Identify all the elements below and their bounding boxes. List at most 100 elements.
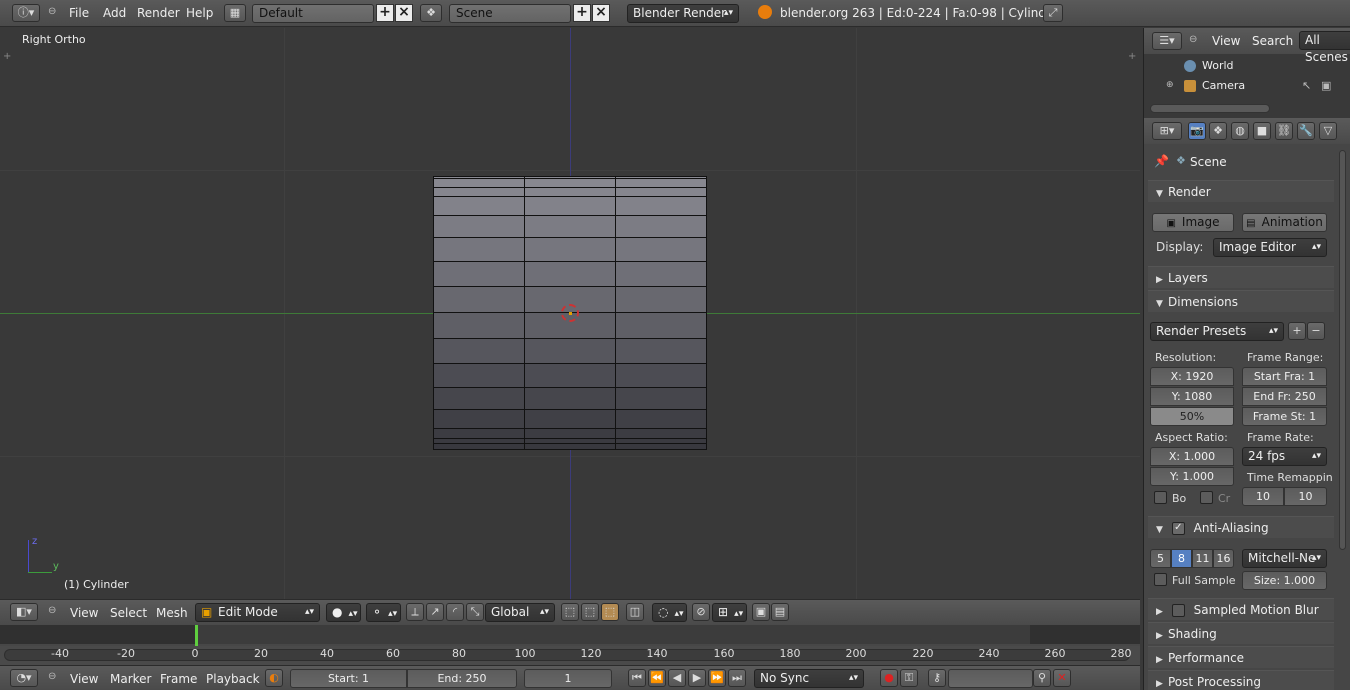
data-tab-icon[interactable]: ▽ [1319, 122, 1337, 140]
editor-type-properties-icon[interactable]: ⊞▾ [1152, 122, 1182, 140]
aa-samples-11[interactable]: 11 [1192, 549, 1213, 568]
collapse-menu-icon[interactable]: ⊖ [48, 671, 56, 682]
panel-post-processing-header[interactable]: ▶ Post Processing [1148, 670, 1334, 690]
menu-select[interactable]: Select [110, 606, 147, 620]
start-frame-field[interactable]: Start: 1 [290, 669, 407, 688]
render-image-button[interactable]: ▣ Image [1152, 213, 1234, 232]
collapse-menu-icon[interactable]: ⊖ [48, 605, 56, 616]
restrict-render-icon[interactable]: ▣ [1321, 79, 1331, 92]
aa-samples-5[interactable]: 5 [1150, 549, 1171, 568]
panel-dimensions-header[interactable]: ▼ Dimensions [1148, 290, 1334, 312]
properties-scrollbar[interactable] [1339, 150, 1346, 550]
screen-layout-field[interactable]: Default [252, 4, 374, 23]
scene-field[interactable]: Scene [449, 4, 571, 23]
aspect-x-field[interactable]: X: 1.000 [1150, 447, 1234, 466]
sync-mode-select[interactable]: No Sync ▴▾ [754, 669, 864, 688]
transform-orientation-select[interactable]: Global ▴▾ [485, 603, 555, 622]
jump-prev-keyframe-icon[interactable]: ⏪ [648, 669, 666, 687]
render-tab-icon[interactable]: 📷 [1188, 122, 1206, 140]
snap-element-select[interactable]: ⊞ ▴▾ [712, 603, 747, 622]
editor-type-outliner-icon[interactable]: ☰▾ [1152, 32, 1182, 50]
play-icon[interactable]: ▶ [688, 669, 706, 687]
end-frame-field[interactable]: End Fr: 250 [1242, 387, 1327, 406]
aa-samples-8[interactable]: 8 [1171, 549, 1192, 568]
editor-type-info-icon[interactable]: ⓘ▾ [12, 4, 40, 22]
rotate-manipulator-icon[interactable]: ◜ [446, 603, 464, 621]
frame-rate-select[interactable]: 24 fps ▴▾ [1242, 447, 1327, 466]
menu-view[interactable]: View [70, 672, 98, 686]
snap-toggle-icon[interactable]: ⊘ [692, 603, 710, 621]
menu-view[interactable]: View [1212, 34, 1240, 48]
resolution-percentage-field[interactable]: 50% [1150, 407, 1234, 426]
menu-mesh[interactable]: Mesh [156, 606, 188, 620]
display-select[interactable]: Image Editor ▴▾ [1213, 238, 1327, 257]
menu-frame[interactable]: Frame [160, 672, 197, 686]
screen-layout-icon[interactable]: ▦ [224, 4, 246, 22]
pivot-point-select[interactable]: ⚬ ▴▾ [366, 603, 401, 622]
manipulator-toggle-icon[interactable]: ⟂ [406, 603, 424, 621]
full-sample-checkbox[interactable] [1154, 573, 1167, 586]
edge-select-icon[interactable]: ⬚ [581, 603, 599, 621]
add-scene-icon[interactable]: + [573, 4, 591, 22]
outliner-display-select[interactable]: All Scenes [1299, 31, 1350, 64]
toolshelf-toggle-icon[interactable]: + [3, 51, 11, 62]
scale-manipulator-icon[interactable]: ⤡ [466, 603, 484, 621]
scene-tab-icon[interactable]: ❖ [1209, 122, 1227, 140]
outliner-scrollbar[interactable] [1150, 104, 1270, 113]
menu-render[interactable]: Render [137, 6, 180, 20]
remove-preset-icon[interactable]: − [1307, 322, 1325, 340]
end-frame-field[interactable]: End: 250 [407, 669, 517, 688]
jump-start-icon[interactable]: ⏮ [628, 669, 646, 687]
panel-motion-blur-header[interactable]: ▶ Sampled Motion Blur [1148, 598, 1334, 620]
outliner-item-world[interactable]: World [1202, 59, 1234, 72]
panel-render-header[interactable]: ▼ Render [1148, 180, 1334, 202]
pin-icon[interactable]: 📌 [1154, 154, 1169, 168]
render-presets-select[interactable]: Render Presets ▴▾ [1150, 322, 1284, 341]
panel-layers-header[interactable]: ▶ Layers [1148, 266, 1334, 288]
current-frame-field[interactable]: 1 [524, 669, 612, 688]
properties-editor[interactable]: ⊞▾ 📷 ❖ ◍ ■ ⛓ 🔧 ▽ 📌 ❖ Scene ▼ Render ▣ Imag… [1143, 118, 1350, 690]
panel-performance-header[interactable]: ▶ Performance [1148, 646, 1334, 668]
fullscreen-icon[interactable]: ⤢ [1043, 4, 1063, 22]
constraints-tab-icon[interactable]: ⛓ [1275, 122, 1293, 140]
3d-viewport[interactable]: Right Ortho + + z y (1) Cylinder [0, 28, 1140, 599]
record-keyframe-icon[interactable]: ● [880, 669, 898, 687]
outliner-item-camera[interactable]: Camera [1202, 79, 1245, 92]
collapse-menu-icon[interactable]: ⊖ [48, 6, 56, 17]
frame-step-field[interactable]: Frame St: 1 [1242, 407, 1327, 426]
time-remap-old-field[interactable]: 10 [1242, 487, 1284, 506]
render-anim-icon[interactable]: ▤ [771, 603, 789, 621]
menu-help[interactable]: Help [186, 6, 213, 20]
render-still-icon[interactable]: ▣ [752, 603, 770, 621]
world-tab-icon[interactable]: ◍ [1231, 122, 1249, 140]
scene-icon[interactable]: ❖ [420, 4, 442, 22]
motion-blur-checkbox[interactable] [1171, 604, 1185, 617]
properties-toggle-icon[interactable]: + [1128, 51, 1136, 62]
proportional-edit-select[interactable]: ◌ ▴▾ [652, 603, 687, 622]
editor-type-timeline-icon[interactable]: ◔▾ [10, 669, 38, 687]
menu-file[interactable]: File [69, 6, 89, 20]
timeline[interactable]: -40 -20 0 20 40 60 80 100 120 140 160 18… [0, 625, 1140, 665]
editor-type-3d-icon[interactable]: ◧▾ [10, 603, 38, 621]
keying-set-icon[interactable]: ⚿ [900, 669, 918, 687]
panel-anti-aliasing-header[interactable]: ▼ ✓ Anti-Aliasing [1148, 516, 1334, 538]
menu-playback[interactable]: Playback [206, 672, 260, 686]
start-frame-field[interactable]: Start Fra: 1 [1242, 367, 1327, 386]
menu-view[interactable]: View [70, 606, 98, 620]
outliner[interactable]: ☰▾ ⊖ View Search All Scenes World ⊕ Came… [1143, 28, 1350, 118]
add-screen-icon[interactable]: + [376, 4, 394, 22]
viewport-shading-select[interactable]: ● ▴▾ [326, 603, 361, 622]
resolution-y-field[interactable]: Y: 1080 [1150, 387, 1234, 406]
insert-keyframe-icon[interactable]: ⚲ [1033, 669, 1051, 687]
add-preset-icon[interactable]: + [1288, 322, 1306, 340]
remove-scene-icon[interactable]: × [592, 4, 610, 22]
crop-checkbox[interactable] [1200, 491, 1213, 504]
aa-filter-select[interactable]: Mitchell-Ne ▴▾ [1242, 549, 1327, 568]
border-checkbox[interactable] [1154, 491, 1167, 504]
render-engine-select[interactable]: Blender Render ▴▾ [627, 4, 739, 23]
aspect-y-field[interactable]: Y: 1.000 [1150, 467, 1234, 486]
restrict-select-icon[interactable]: ↖ [1302, 79, 1311, 92]
play-reverse-icon[interactable]: ◀ [668, 669, 686, 687]
timeline-scrollbar[interactable] [4, 649, 1130, 661]
mode-select[interactable]: ▣ Edit Mode ▴▾ [195, 603, 320, 622]
